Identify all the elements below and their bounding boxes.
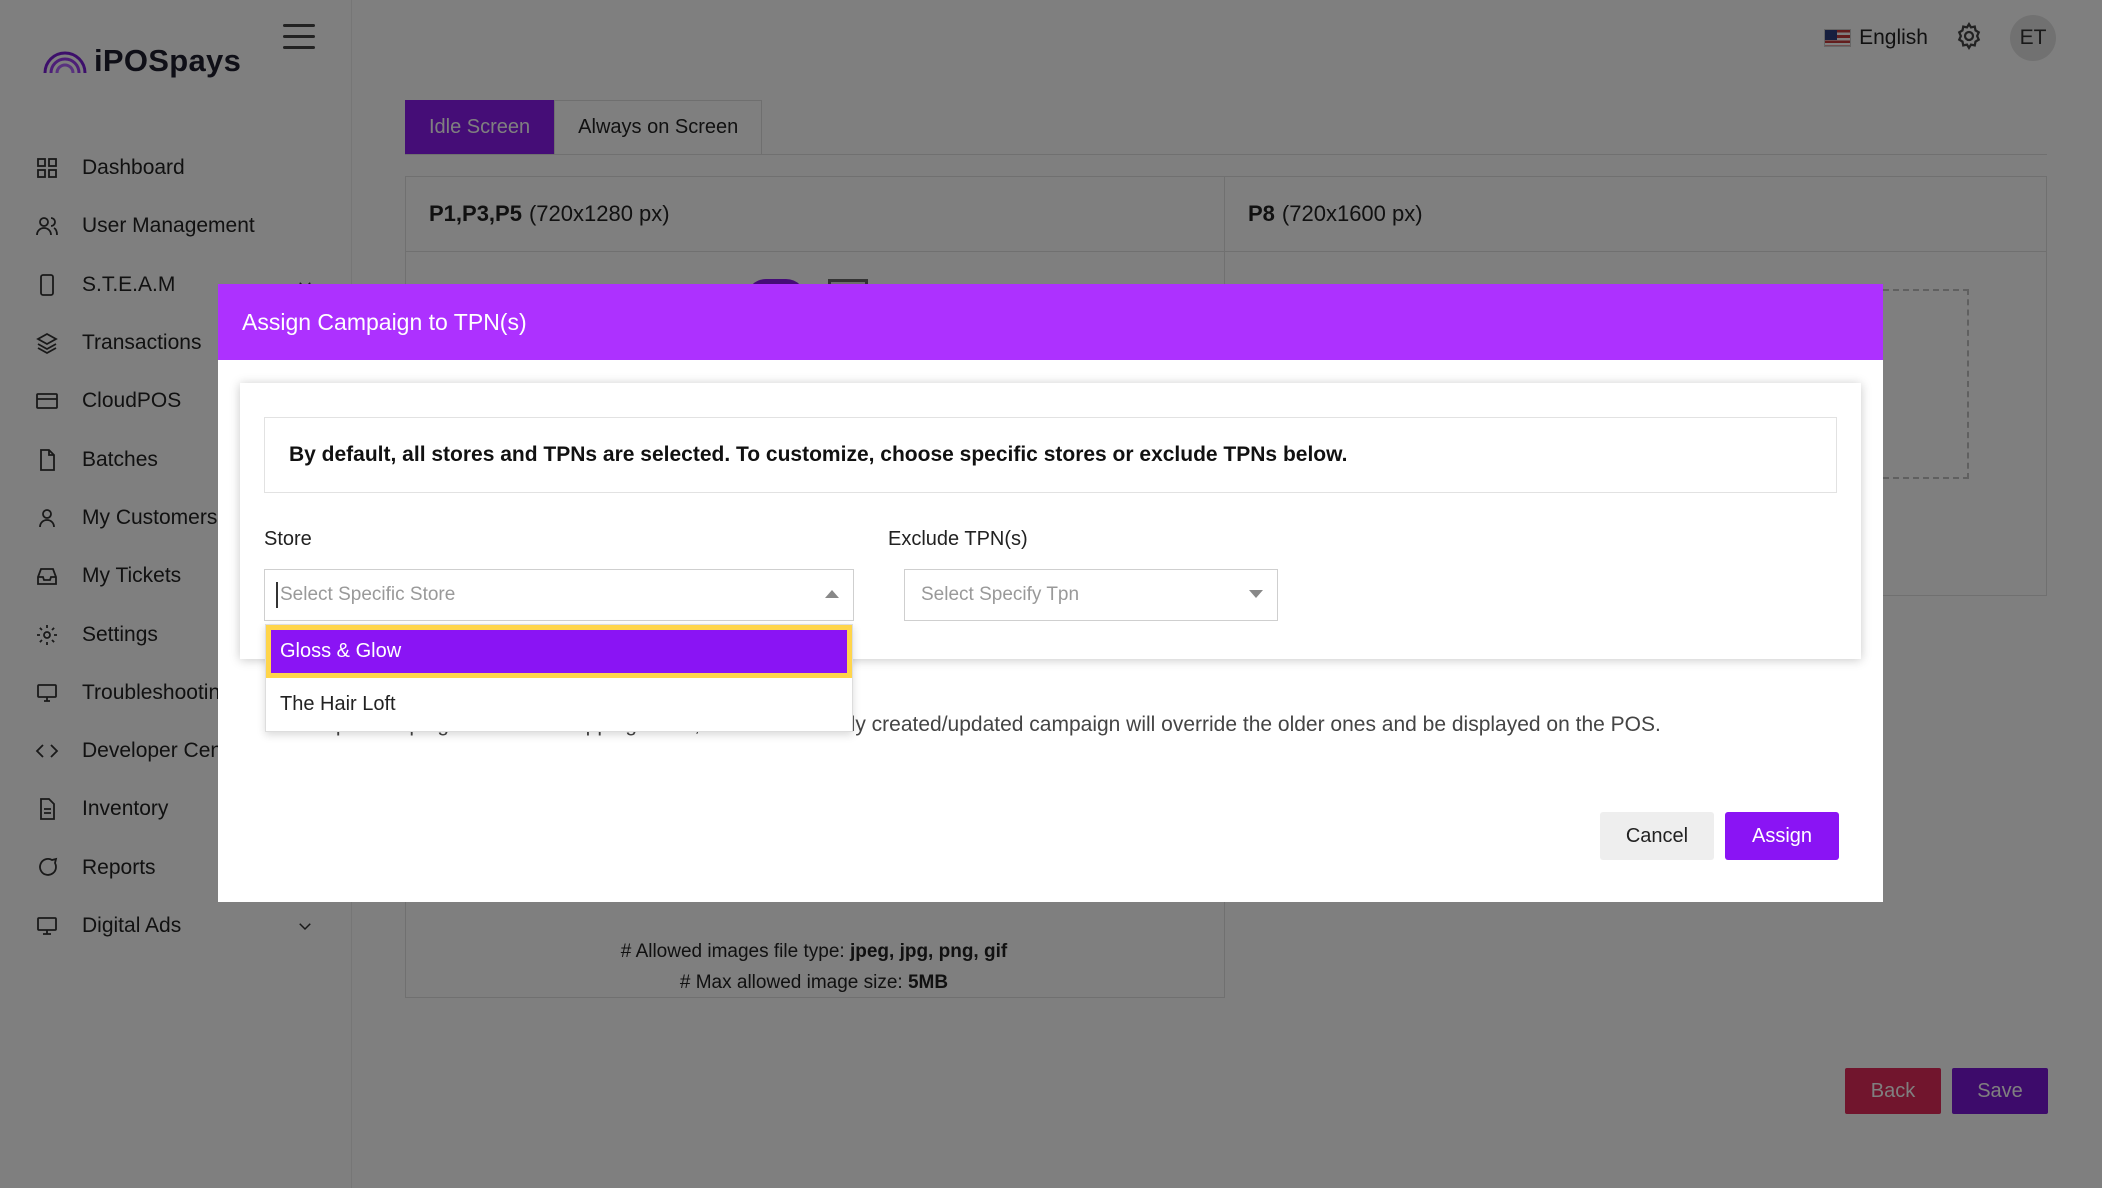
assign-button[interactable]: Assign (1725, 812, 1839, 860)
store-placeholder: Select Specific Store (280, 584, 456, 605)
chevron-up-icon[interactable] (825, 590, 839, 598)
store-label: Store (264, 528, 312, 550)
exclude-tpn-placeholder: Select Specify Tpn (921, 584, 1080, 605)
exclude-tpn-label: Exclude TPN(s) (888, 528, 1028, 550)
store-option-gloss-glow[interactable]: Gloss & Glow (266, 625, 852, 678)
text-cursor (276, 582, 278, 608)
assign-campaign-modal: Assign Campaign to TPN(s) By default, al… (218, 284, 1883, 902)
exclude-tpn-select[interactable]: Select Specify Tpn (904, 569, 1278, 621)
default-selection-info: By default, all stores and TPNs are sele… (264, 417, 1837, 493)
modal-title: Assign Campaign to TPN(s) (218, 284, 1883, 360)
cancel-button[interactable]: Cancel (1600, 812, 1714, 860)
store-dropdown-list: Gloss & Glow The Hair Loft (265, 624, 853, 732)
assign-form-card: By default, all stores and TPNs are sele… (240, 383, 1861, 659)
store-select[interactable]: Select Specific Store (264, 569, 854, 621)
chevron-down-icon[interactable] (1249, 590, 1263, 598)
store-option-hair-loft[interactable]: The Hair Loft (266, 678, 852, 731)
